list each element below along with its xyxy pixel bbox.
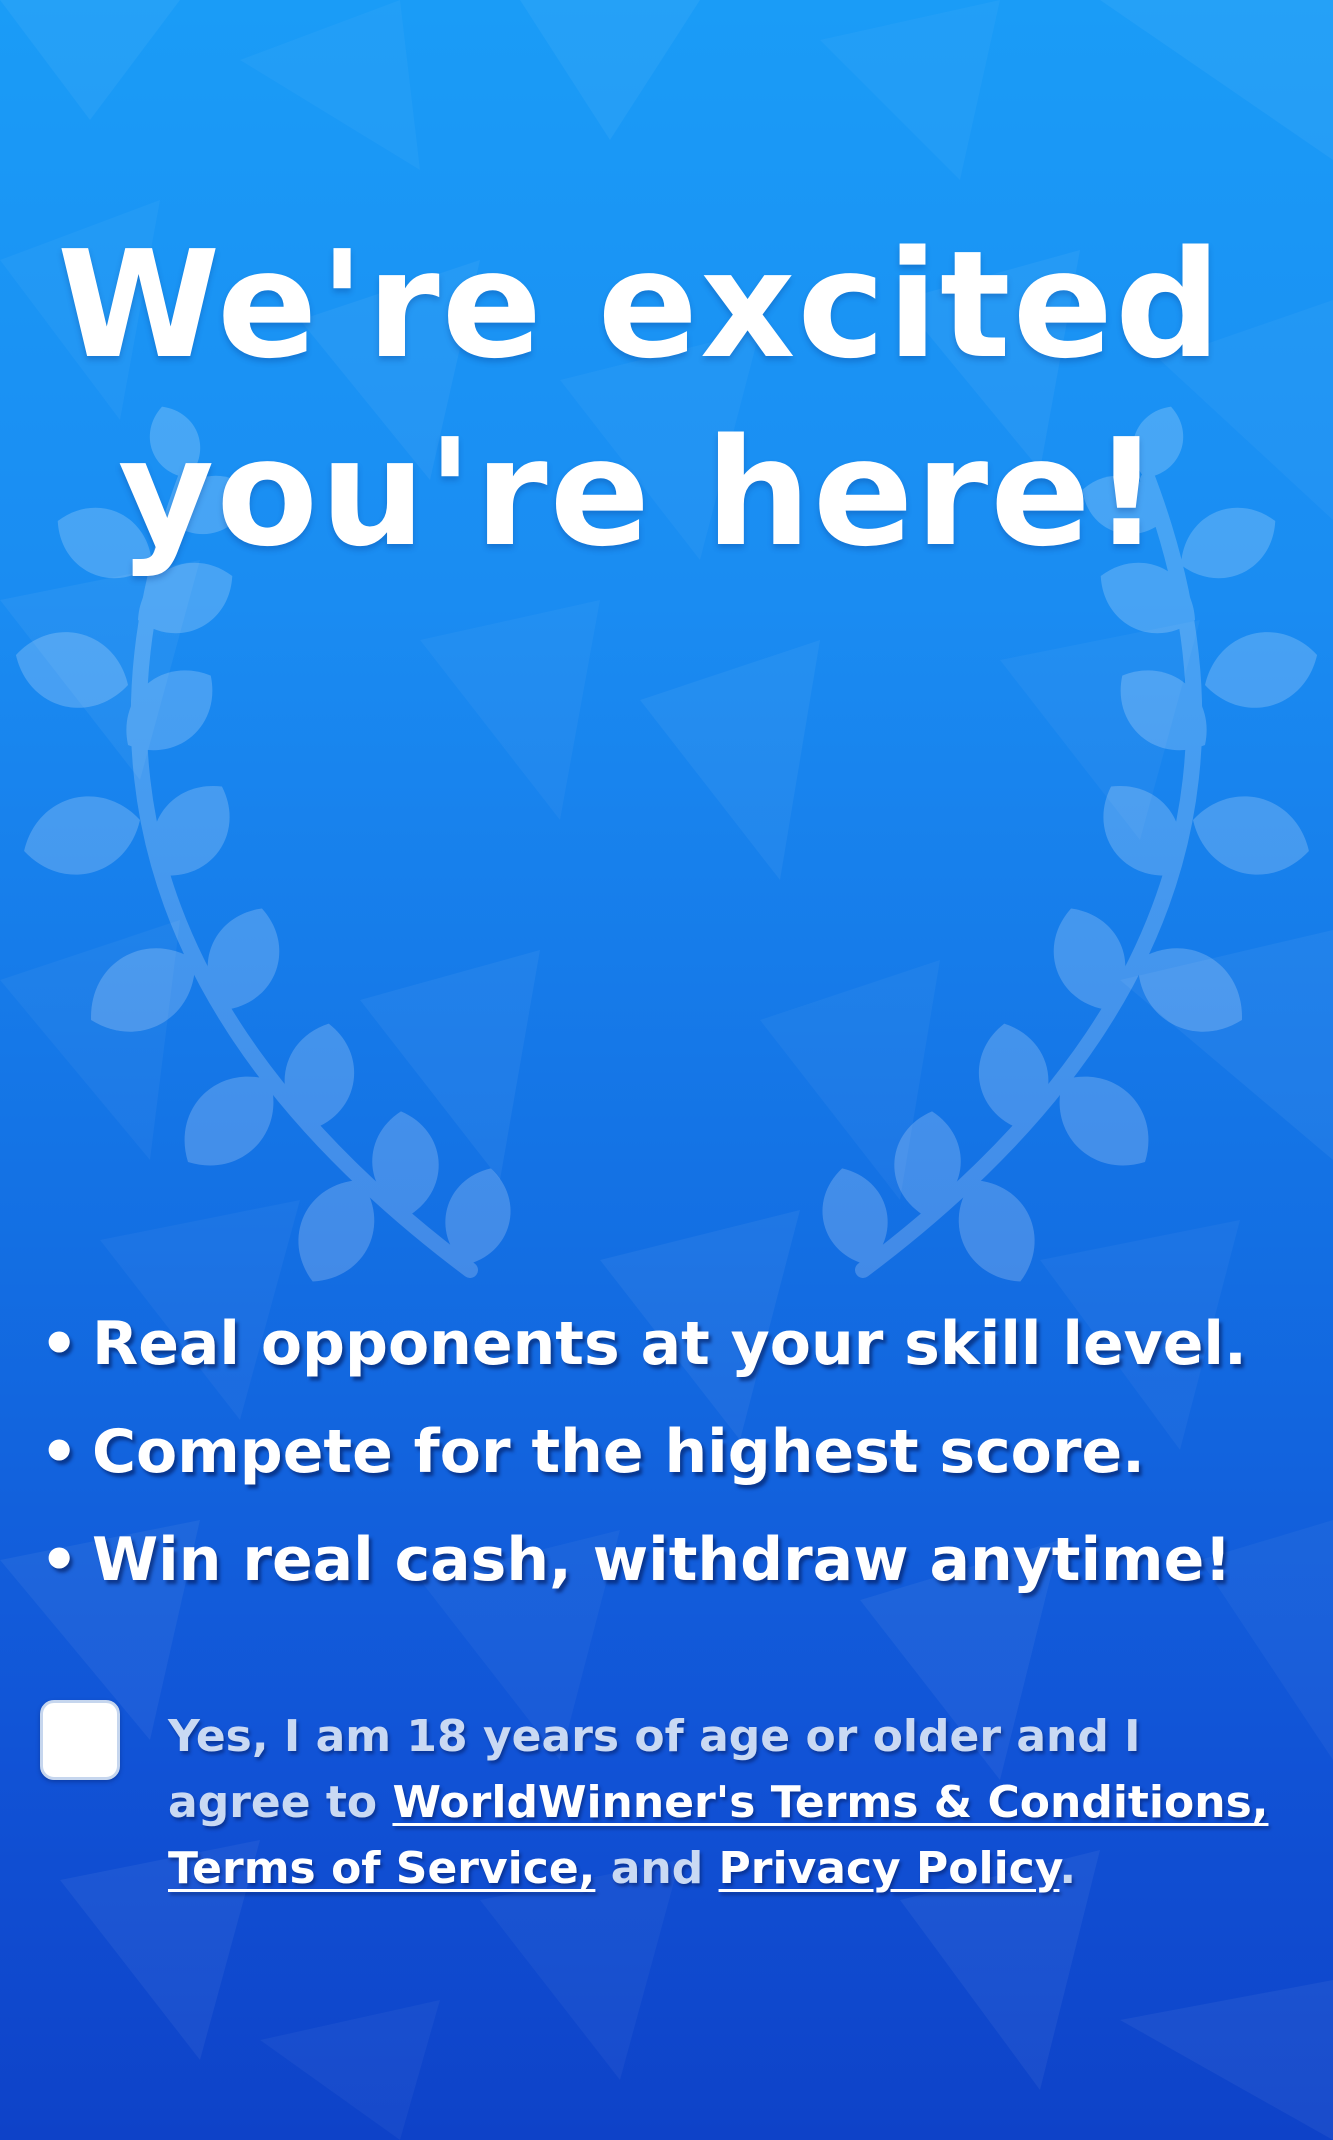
consent-agree-text: agree to xyxy=(168,1777,393,1828)
terms-conditions-link[interactable]: WorldWinner's Terms & Conditions, xyxy=(392,1777,1268,1828)
age-consent: Yes, I am 18 years of age or older and I… xyxy=(40,1700,1300,1900)
consent-text: Yes, I am 18 years of age or older and I… xyxy=(168,1704,1288,1902)
consent-line-2: agree to WorldWinner's Terms & Condition… xyxy=(168,1770,1288,1836)
bullet-icon: • xyxy=(40,1525,79,1595)
title-line-2: you're here! xyxy=(117,407,1163,580)
age-consent-checkbox[interactable] xyxy=(40,1700,120,1780)
feature-list: • Real opponents at your skill level. • Co… xyxy=(40,1290,1300,1614)
feature-text: Win real cash, withdraw anytime! xyxy=(92,1525,1232,1595)
welcome-screen: We're excited you're here! • Real opponen… xyxy=(0,0,1333,2140)
consent-and-text: and xyxy=(595,1843,719,1894)
bullet-icon: • xyxy=(40,1309,79,1379)
list-item: • Real opponents at your skill level. xyxy=(40,1290,1300,1398)
bullet-icon: • xyxy=(40,1417,79,1487)
consent-line-3: Terms of Service, and Privacy Policy. xyxy=(168,1836,1288,1902)
page-title: We're excited you're here! xyxy=(0,211,1280,587)
consent-period: . xyxy=(1059,1843,1077,1894)
list-item: • Compete for the highest score. xyxy=(40,1398,1300,1506)
feature-text: Real opponents at your skill level. xyxy=(92,1309,1247,1379)
feature-text: Compete for the highest score. xyxy=(92,1417,1145,1487)
terms-of-service-link[interactable]: Terms of Service, xyxy=(168,1843,595,1894)
title-line-1: We're excited xyxy=(57,219,1223,392)
privacy-policy-link[interactable]: Privacy Policy xyxy=(719,1843,1060,1894)
list-item: • Win real cash, withdraw anytime! xyxy=(40,1506,1300,1614)
consent-line-1: Yes, I am 18 years of age or older and I xyxy=(168,1711,1141,1762)
